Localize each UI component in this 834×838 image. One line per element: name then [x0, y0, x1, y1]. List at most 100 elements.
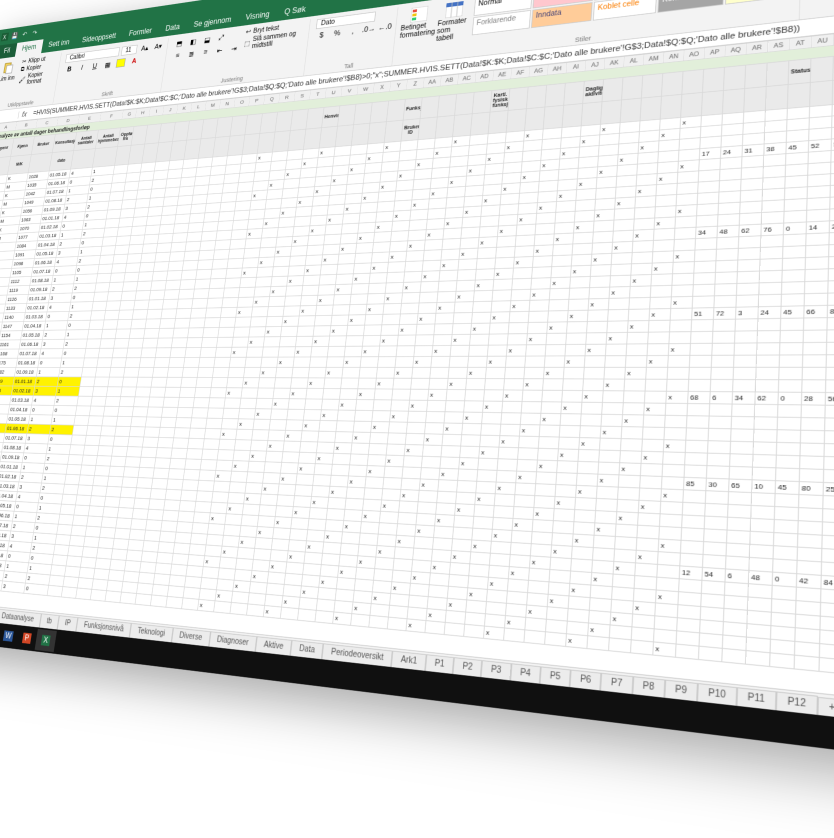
cell[interactable] — [223, 288, 240, 298]
cell[interactable] — [643, 415, 665, 427]
cell[interactable] — [445, 401, 465, 412]
cell[interactable] — [474, 505, 494, 518]
cell[interactable] — [176, 308, 192, 318]
cell[interactable] — [712, 331, 735, 343]
cell[interactable]: 28 — [829, 220, 834, 233]
cell[interactable] — [731, 416, 754, 429]
cell[interactable] — [604, 367, 625, 379]
cell[interactable] — [252, 430, 269, 441]
cell[interactable]: x — [619, 463, 641, 476]
cell[interactable]: x — [543, 367, 564, 378]
cell[interactable]: 66 — [804, 305, 828, 318]
cell[interactable] — [555, 485, 576, 498]
cell[interactable] — [476, 258, 495, 269]
cell[interactable]: x — [400, 489, 419, 501]
cell[interactable] — [754, 404, 778, 417]
cell[interactable] — [122, 477, 138, 488]
cell[interactable] — [147, 407, 163, 417]
cell[interactable] — [441, 446, 461, 458]
cell[interactable] — [256, 398, 273, 409]
cell[interactable] — [495, 257, 515, 268]
cell[interactable] — [668, 355, 690, 367]
align-middle-button[interactable]: ◧ — [187, 35, 200, 48]
cell[interactable] — [208, 398, 225, 408]
cell[interactable] — [500, 424, 520, 436]
cell[interactable] — [727, 517, 751, 531]
table-header-cell[interactable] — [723, 65, 745, 90]
cell[interactable] — [255, 277, 272, 287]
dec-indent-button[interactable]: ⇤ — [213, 44, 226, 57]
cell[interactable] — [537, 448, 558, 460]
cell[interactable] — [760, 247, 783, 260]
cell[interactable] — [823, 469, 834, 483]
cell[interactable] — [162, 299, 178, 309]
cell[interactable] — [309, 357, 327, 367]
cell[interactable] — [642, 439, 664, 452]
cell[interactable] — [548, 299, 568, 311]
cell[interactable] — [630, 640, 653, 655]
cell[interactable]: x — [413, 356, 432, 367]
cell[interactable]: x — [297, 463, 315, 475]
cell[interactable] — [331, 315, 349, 326]
cell[interactable] — [142, 437, 158, 448]
cell[interactable]: x — [384, 293, 402, 304]
table-header-cell[interactable]: Daglige aktiviteter — [583, 79, 604, 103]
cell[interactable] — [653, 228, 674, 240]
cell[interactable] — [341, 378, 359, 389]
cell[interactable] — [308, 367, 326, 378]
cell[interactable] — [774, 506, 798, 520]
cell[interactable] — [387, 433, 406, 445]
cell[interactable] — [194, 387, 211, 397]
cell[interactable] — [327, 497, 346, 509]
cell[interactable] — [800, 430, 824, 443]
cell[interactable]: 1175 — [0, 358, 18, 367]
cell[interactable] — [828, 280, 834, 293]
cell[interactable] — [605, 356, 626, 368]
cell[interactable] — [755, 380, 778, 393]
cell[interactable]: x — [633, 229, 654, 241]
cell[interactable] — [157, 437, 173, 448]
cell[interactable] — [819, 657, 834, 673]
cell[interactable] — [493, 506, 514, 519]
cell[interactable] — [734, 343, 757, 355]
cell[interactable] — [665, 403, 687, 415]
cell[interactable] — [351, 443, 370, 455]
cell[interactable] — [437, 491, 457, 503]
cell[interactable] — [197, 480, 214, 491]
cell[interactable] — [471, 312, 491, 323]
cell[interactable] — [346, 487, 365, 499]
cell[interactable]: x — [334, 284, 352, 295]
cell[interactable] — [830, 196, 834, 209]
cell[interactable]: x — [343, 357, 361, 368]
cell[interactable] — [181, 270, 197, 280]
cell[interactable] — [429, 378, 448, 389]
cell[interactable]: x — [417, 313, 436, 324]
cell[interactable] — [141, 447, 157, 458]
cell[interactable]: x — [294, 347, 312, 357]
cell[interactable] — [738, 247, 761, 260]
cell[interactable] — [393, 378, 412, 389]
cell[interactable] — [644, 391, 666, 403]
cell[interactable] — [177, 299, 193, 309]
cell[interactable] — [112, 446, 128, 457]
cell[interactable]: x — [432, 345, 451, 356]
table-header-cell[interactable]: Status — [788, 59, 811, 85]
cell[interactable] — [427, 400, 446, 411]
cell[interactable] — [169, 458, 186, 469]
cell[interactable] — [695, 238, 717, 250]
cell[interactable] — [663, 452, 686, 465]
cell[interactable] — [630, 286, 651, 298]
cell[interactable] — [552, 255, 572, 267]
cell[interactable] — [572, 243, 593, 255]
cell[interactable]: x — [398, 324, 417, 335]
cell[interactable] — [280, 607, 299, 620]
cell[interactable] — [150, 387, 166, 397]
table-header-cell[interactable] — [810, 56, 833, 82]
cell[interactable] — [345, 498, 364, 510]
cell[interactable] — [648, 332, 670, 344]
cell[interactable] — [159, 318, 175, 328]
cell[interactable] — [182, 367, 198, 377]
cell[interactable]: x — [533, 508, 554, 521]
cell[interactable] — [575, 497, 597, 510]
format-as-table-button[interactable]: Formater som tabell — [436, 0, 471, 43]
